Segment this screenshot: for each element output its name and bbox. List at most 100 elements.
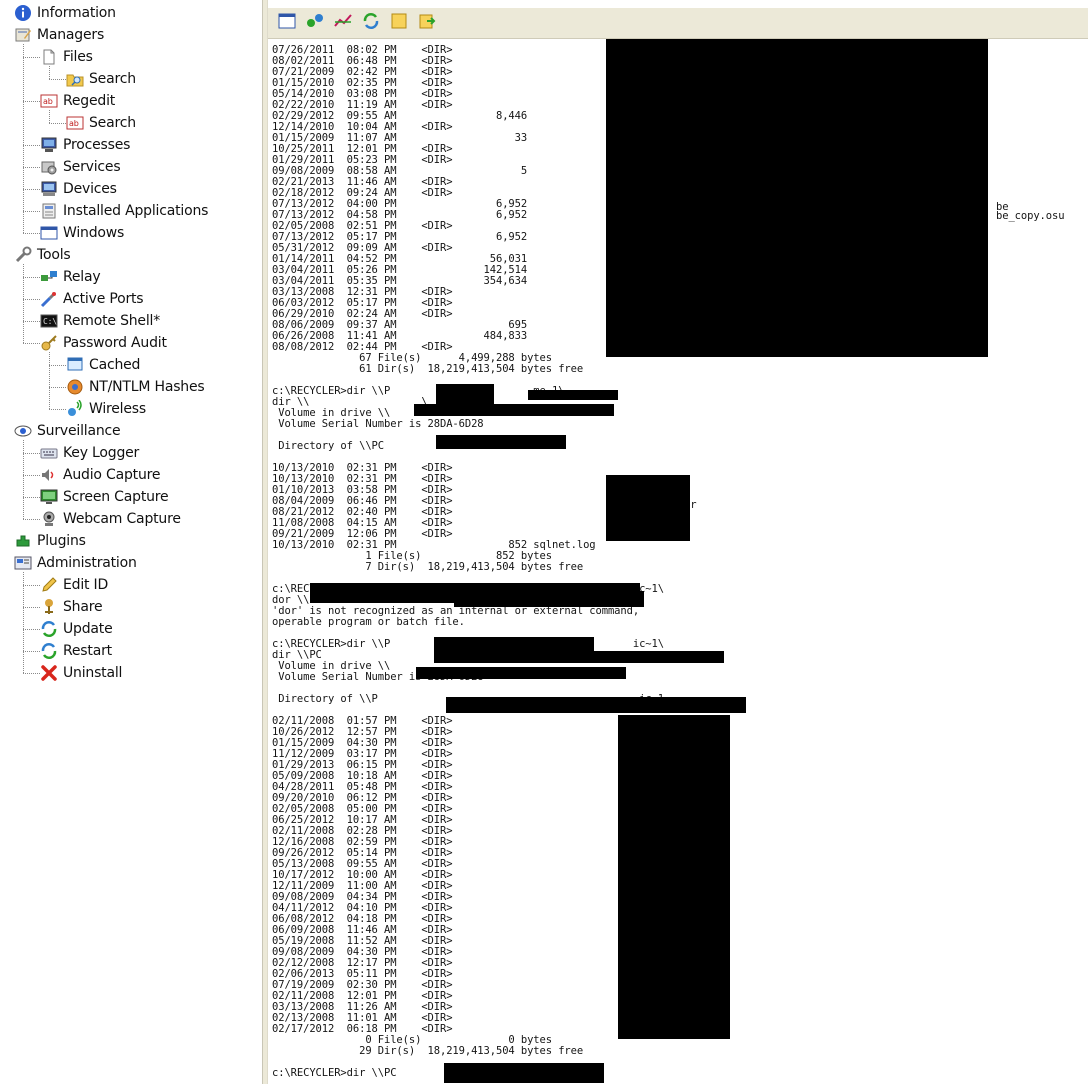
tree-item-screen-capture[interactable]: Screen Capture: [40, 486, 169, 508]
tree-item-webcam-capture[interactable]: Webcam Capture: [40, 508, 181, 530]
tree-item-label: Remote Shell*: [63, 313, 161, 329]
redaction-box: [606, 475, 690, 541]
console-line: 7 Dir(s) 18,219,413,504 bytes free: [272, 561, 584, 573]
tree-connector: [23, 145, 40, 146]
active-ports-icon: [40, 290, 58, 308]
tree-item-label: Administration: [37, 555, 137, 571]
remote-shell-output[interactable]: 07/26/2011 08:02 PM <DIR> 08/02/2011 06:4…: [268, 39, 1088, 1084]
connect-button[interactable]: [304, 12, 326, 34]
screen-icon: [40, 488, 58, 506]
tree-connector: [23, 321, 40, 322]
redaction-box: [618, 715, 730, 1039]
tree-item-label: Webcam Capture: [63, 511, 181, 527]
redaction-box: [436, 384, 494, 406]
tree-item-information[interactable]: Information: [14, 2, 116, 24]
tree-connector: [23, 264, 24, 343]
wireless-icon: [66, 400, 84, 418]
folder-search-icon: [66, 70, 84, 88]
tree-connector: [49, 123, 66, 124]
tree-item-label: Active Ports: [63, 291, 144, 307]
tree-item-uninstall[interactable]: Uninstall: [40, 662, 122, 684]
svg-text:C:\: C:\: [43, 317, 57, 326]
tree-item-label: Surveillance: [37, 423, 121, 439]
files-icon: [40, 48, 58, 66]
tree-item-password-audit[interactable]: Password Audit: [40, 332, 167, 354]
pencil-icon: [40, 576, 58, 594]
console-line: 61 Dir(s) 18,219,413,504 bytes free: [272, 363, 584, 375]
redaction-box: [528, 390, 618, 400]
tree-item-share[interactable]: Share: [40, 596, 103, 618]
tree-item-key-logger[interactable]: Key Logger: [40, 442, 139, 464]
tree-item-search-regedit[interactable]: ab Search: [66, 112, 136, 134]
tree-item-label: Password Audit: [63, 335, 167, 351]
tree-item-wireless[interactable]: Wireless: [66, 398, 146, 420]
tree-item-regedit[interactable]: ab Regedit: [40, 90, 115, 112]
tree-connector: [49, 387, 66, 388]
tree-item-managers[interactable]: Managers: [14, 24, 104, 46]
tree-item-plugins[interactable]: Plugins: [14, 530, 86, 552]
window-button[interactable]: [276, 12, 298, 34]
relay-icon: [40, 268, 58, 286]
tree-item-services[interactable]: Services: [40, 156, 121, 178]
tree-item-installed-applications[interactable]: Installed Applications: [40, 200, 208, 222]
installed-apps-icon: [40, 202, 58, 220]
tree-item-label: Edit ID: [63, 577, 109, 593]
console-line: c:\RECYCLER>dir \\PC: [272, 1067, 397, 1079]
tree-connector: [23, 519, 40, 520]
tree-item-surveillance[interactable]: Surveillance: [14, 420, 121, 442]
tree-item-restart[interactable]: Restart: [40, 640, 112, 662]
chart-button[interactable]: [332, 12, 354, 34]
tree-connector: [23, 233, 40, 234]
console-fragment: be_copy.osu: [996, 210, 1065, 222]
tree-item-relay[interactable]: Relay: [40, 266, 101, 288]
connect-icon: [305, 11, 325, 35]
tree-connector: [23, 673, 40, 674]
tree-connector: [23, 607, 40, 608]
tree-item-label: Screen Capture: [63, 489, 169, 505]
tree-item-label: Wireless: [89, 401, 146, 417]
tree-connector: [23, 453, 40, 454]
tree-item-label: Regedit: [63, 93, 116, 109]
redaction-box: [414, 404, 614, 416]
tree-item-files[interactable]: Files: [40, 46, 93, 68]
windows-icon: [40, 224, 58, 242]
plugins-icon: [14, 532, 32, 550]
tree-item-label: Restart: [63, 643, 112, 659]
tree-connector: [23, 44, 24, 233]
tree-item-edit-id[interactable]: Edit ID: [40, 574, 108, 596]
tree-item-devices[interactable]: Devices: [40, 178, 117, 200]
tree-connector: [23, 629, 40, 630]
tree-item-nt-ntlm-hashes[interactable]: NT/NTLM Hashes: [66, 376, 205, 398]
tree-item-active-ports[interactable]: Active Ports: [40, 288, 144, 310]
keyboard-icon: [40, 444, 58, 462]
tree-item-audio-capture[interactable]: Audio Capture: [40, 464, 161, 486]
tree-item-label: Cached: [89, 357, 141, 373]
tree-item-label: Share: [63, 599, 103, 615]
processes-icon: [40, 136, 58, 154]
tree-item-label: Plugins: [37, 533, 86, 549]
chart-icon: [333, 11, 353, 35]
tree-item-cached[interactable]: Cached: [66, 354, 140, 376]
export-icon: [417, 11, 437, 35]
tree-connector: [23, 211, 40, 212]
export-button[interactable]: [416, 12, 438, 34]
tree-item-administration[interactable]: Administration: [14, 552, 137, 574]
tree-item-windows[interactable]: Windows: [40, 222, 124, 244]
tree-item-update[interactable]: Update: [40, 618, 113, 640]
eye-icon: [14, 422, 32, 440]
redaction-box: [434, 651, 724, 663]
tree-item-search[interactable]: Search: [66, 68, 136, 90]
tree-item-tools[interactable]: Tools: [14, 244, 71, 266]
tree-item-label: Files: [63, 49, 93, 65]
services-icon: [40, 158, 58, 176]
tree-connector: [23, 167, 40, 168]
tree-item-remote-shell[interactable]: C:\ Remote Shell*: [40, 310, 160, 332]
tree-connector: [23, 475, 40, 476]
notes-button[interactable]: [388, 12, 410, 34]
tree-connector: [49, 79, 66, 80]
tree-item-processes[interactable]: Processes: [40, 134, 130, 156]
navigation-tree-panel: Information Managers Files Search ab Regedit a…: [0, 0, 262, 1084]
refresh-button[interactable]: [360, 12, 382, 34]
speaker-icon: [40, 466, 58, 484]
redaction-box: [454, 591, 644, 607]
